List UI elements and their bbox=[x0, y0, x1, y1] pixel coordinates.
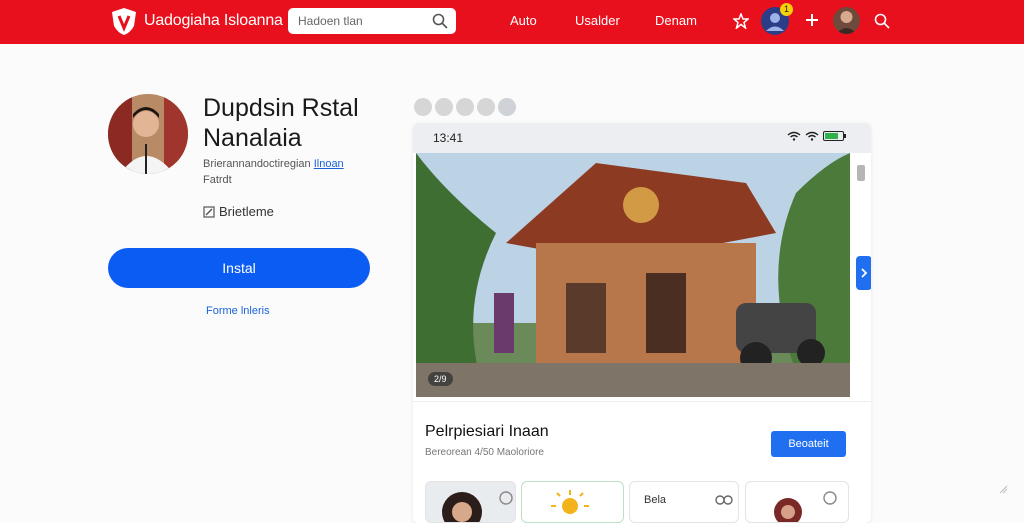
app-title: Dupdsin Rstal Nanalaia bbox=[203, 94, 359, 152]
thumbnail-card[interactable] bbox=[521, 481, 624, 523]
developer-link[interactable]: Ilnoan bbox=[314, 158, 344, 170]
sun-icon bbox=[551, 490, 589, 514]
nav-link-auto[interactable]: Auto bbox=[510, 13, 537, 28]
app-avatar bbox=[108, 94, 188, 174]
person-thumbnail-icon bbox=[442, 491, 513, 522]
thumbnail-card[interactable] bbox=[745, 481, 849, 523]
person-photo-icon bbox=[836, 11, 857, 34]
item-title: Pelrpiesiari Inaan bbox=[425, 423, 549, 440]
category-line: Brietleme bbox=[203, 204, 274, 219]
developer-line: Brierannandoctiregian Ilnoan bbox=[203, 158, 344, 170]
top-header: Uadogiaha Isloanna Hadoen tlan Auto Usal… bbox=[0, 0, 1024, 44]
main-content: Dupdsin Rstal Nanalaia Brierannandoctire… bbox=[0, 44, 1024, 523]
house-photo-icon bbox=[416, 153, 850, 397]
item-subtitle: Bereorean 4/50 Maoloriore bbox=[425, 447, 544, 458]
status-icons bbox=[787, 131, 847, 141]
preview-photo[interactable]: 2/9 bbox=[416, 153, 850, 397]
brand-name: Uadogiaha Isloanna bbox=[144, 12, 283, 29]
thumbnail-card[interactable] bbox=[425, 481, 516, 523]
wifi-icon bbox=[787, 131, 801, 141]
install-button[interactable]: Instal bbox=[108, 248, 370, 288]
scroll-next-button[interactable] bbox=[856, 256, 871, 290]
developer-sub: Fatrdt bbox=[203, 174, 232, 186]
account-avatar[interactable] bbox=[833, 7, 860, 34]
nav-link-usalder[interactable]: Usalder bbox=[575, 13, 620, 28]
notification-badge: 1 bbox=[780, 3, 793, 16]
check-dot-icon[interactable] bbox=[498, 98, 516, 116]
edit-icon bbox=[203, 205, 215, 218]
profile-avatar[interactable]: 1 bbox=[761, 3, 793, 35]
thumbnail-row: Bela bbox=[413, 481, 871, 523]
search-placeholder: Hadoen tlan bbox=[298, 14, 363, 28]
divider bbox=[413, 401, 871, 402]
status-bar: 13:41 bbox=[413, 123, 871, 153]
nav-link-denam[interactable]: Denam bbox=[655, 13, 697, 28]
battery-icon bbox=[823, 131, 846, 141]
thumbnail-label: Bela bbox=[644, 494, 667, 506]
carousel-dot[interactable] bbox=[414, 98, 432, 116]
developer-name: Brierannandoctiregian bbox=[203, 158, 311, 170]
photo-counter: 2/9 bbox=[428, 372, 453, 386]
carousel-dot[interactable] bbox=[477, 98, 495, 116]
preview-card: 13:41 2/9 Pelrpiesiari Inaan Bereorean 4… bbox=[413, 123, 871, 523]
carousel-dot[interactable] bbox=[456, 98, 474, 116]
thumbnail-card[interactable]: Bela bbox=[629, 481, 739, 523]
signal-icon bbox=[805, 131, 819, 141]
item-action-button[interactable]: Beoateit bbox=[771, 431, 846, 457]
search-icon[interactable] bbox=[432, 13, 448, 29]
secondary-link[interactable]: Forme lnleris bbox=[206, 305, 270, 317]
plus-icon[interactable] bbox=[805, 13, 819, 27]
star-icon[interactable] bbox=[733, 13, 749, 29]
person-thumbnail-icon bbox=[774, 491, 837, 522]
scrollbar-handle[interactable] bbox=[857, 165, 865, 181]
search-input[interactable]: Hadoen tlan bbox=[288, 8, 456, 34]
brand[interactable]: Uadogiaha Isloanna bbox=[110, 6, 283, 36]
carousel-dot[interactable] bbox=[435, 98, 453, 116]
carousel-dots bbox=[414, 98, 516, 116]
search-icon[interactable] bbox=[874, 13, 890, 29]
category-label: Brietleme bbox=[219, 204, 274, 219]
link-icon bbox=[715, 495, 733, 505]
chevron-right-icon bbox=[861, 268, 868, 278]
resize-grip-icon bbox=[999, 485, 1008, 494]
status-time: 13:41 bbox=[433, 131, 464, 145]
developer-photo-icon bbox=[108, 94, 188, 174]
shield-logo-icon bbox=[112, 8, 136, 35]
